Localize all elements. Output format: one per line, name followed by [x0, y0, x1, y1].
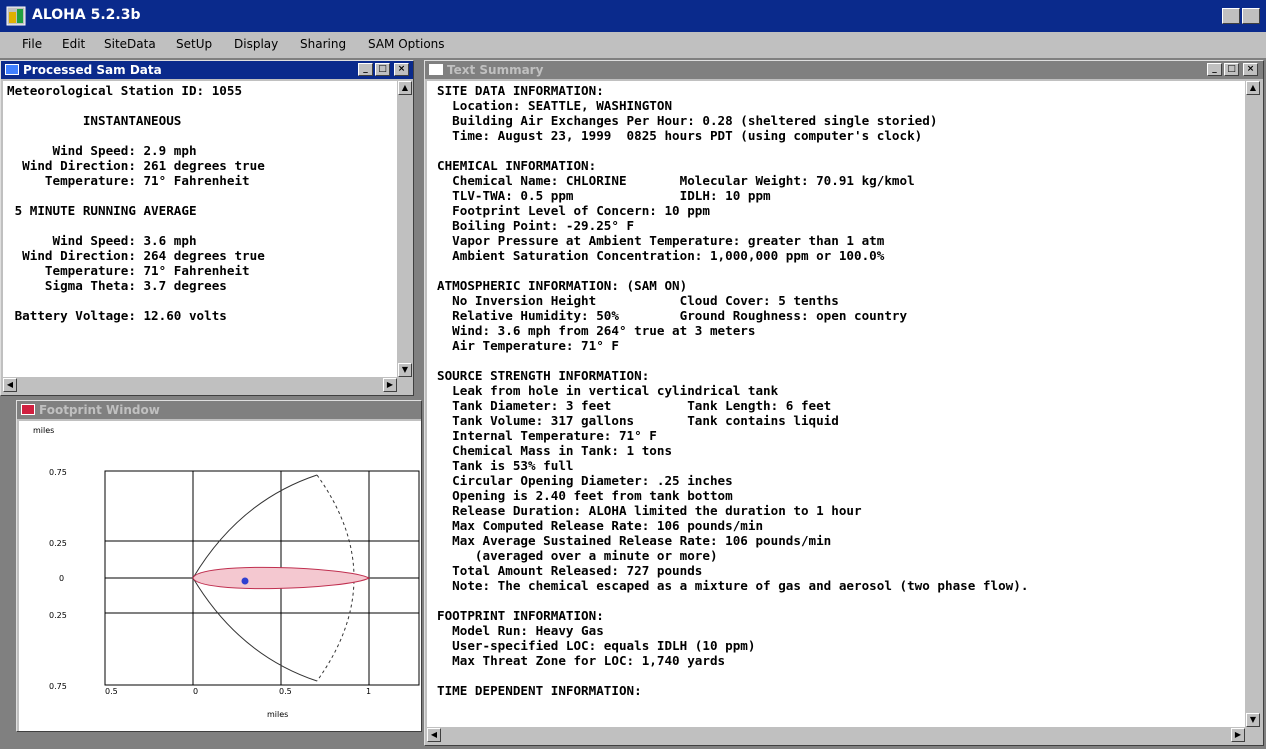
window-icon [5, 64, 19, 75]
y-tick-label: 0 [59, 574, 64, 583]
text-summary-content: SITE DATA INFORMATION: Location: SEATTLE… [427, 81, 1245, 727]
app-title: ALOHA 5.2.3b [32, 7, 141, 23]
menu-edit[interactable]: Edit [62, 37, 85, 51]
close-button[interactable]: × [1243, 63, 1258, 76]
x-tick-label: 0.5 [279, 687, 292, 696]
footprint-window: Footprint Window miles miles 0.75 0.25 0… [16, 400, 422, 732]
menu-bar: File Edit SiteData SetUp Display Sharing… [0, 32, 1266, 59]
sam-data-content: Meteorological Station ID: 1055 INSTANTA… [3, 81, 397, 377]
menu-sitedata[interactable]: SiteData [104, 37, 156, 51]
menu-sam-options[interactable]: SAM Options [368, 37, 445, 51]
menu-file[interactable]: File [22, 37, 42, 51]
menu-sharing[interactable]: Sharing [300, 37, 346, 51]
footprint-title: Footprint Window [39, 403, 160, 417]
y-tick-label: 0.75 [49, 468, 67, 477]
confidence-line-upper [192, 474, 318, 579]
app-maximize-button[interactable] [1242, 8, 1260, 24]
text-summary-window: Text Summary _ □ × SITE DATA INFORMATION… [424, 60, 1264, 746]
maximize-button[interactable]: □ [1224, 63, 1239, 76]
y-tick-label: 0.25 [49, 611, 67, 620]
summary-vertical-scrollbar[interactable]: ▲ ▼ [1245, 81, 1261, 727]
scroll-right-arrow-icon[interactable]: ▶ [383, 378, 397, 392]
summary-horizontal-scrollbar[interactable]: ◀ ▶ [427, 727, 1245, 743]
app-minimize-button[interactable] [1222, 8, 1240, 24]
y-tick-label: 0.75 [49, 682, 67, 691]
x-tick-label: 0 [193, 687, 198, 696]
window-icon [21, 404, 35, 415]
sam-horizontal-scrollbar[interactable]: ◀ ▶ [3, 377, 397, 393]
source-point-marker [241, 577, 249, 585]
sam-vertical-scrollbar[interactable]: ▲ ▼ [397, 81, 413, 377]
close-button[interactable]: × [394, 63, 409, 76]
maximize-button[interactable]: □ [375, 63, 390, 76]
footprint-plot: miles miles 0.75 0.25 0 0.25 0.75 0.5 0 … [33, 426, 420, 719]
minimize-button[interactable]: _ [1207, 63, 1222, 76]
sam-data-window: Processed Sam Data _ □ × Meteorological … [0, 60, 414, 396]
scroll-down-arrow-icon[interactable]: ▼ [398, 363, 412, 377]
text-summary-title: Text Summary [447, 63, 544, 77]
y-tick-label: 0.25 [49, 539, 67, 548]
sam-data-titlebar[interactable]: Processed Sam Data _ □ × [1, 61, 413, 79]
scroll-right-arrow-icon[interactable]: ▶ [1231, 728, 1245, 742]
text-summary-text: SITE DATA INFORMATION: Location: SEATTLE… [437, 83, 1029, 698]
minimize-button[interactable]: _ [358, 63, 373, 76]
scroll-down-arrow-icon[interactable]: ▼ [1246, 713, 1260, 727]
menu-setup[interactable]: SetUp [176, 37, 212, 51]
scroll-left-arrow-icon[interactable]: ◀ [3, 378, 17, 392]
footprint-plot-area: miles miles 0.75 0.25 0 0.25 0.75 0.5 0 … [19, 421, 421, 731]
scroll-up-arrow-icon[interactable]: ▲ [1246, 81, 1260, 95]
sam-data-text: Meteorological Station ID: 1055 INSTANTA… [7, 83, 265, 323]
footprint-titlebar[interactable]: Footprint Window [17, 401, 421, 419]
menu-display[interactable]: Display [234, 37, 278, 51]
scroll-left-arrow-icon[interactable]: ◀ [427, 728, 441, 742]
aloha-app-icon [6, 6, 26, 26]
threat-zone-footprint [192, 566, 371, 590]
app-title-bar: ALOHA 5.2.3b [0, 0, 1266, 32]
unit-top-label: miles [33, 426, 54, 435]
x-tick-label: 0.5 [105, 687, 118, 696]
sam-data-title: Processed Sam Data [23, 63, 162, 77]
x-tick-label: 1 [366, 687, 371, 696]
unit-bottom-label: miles [267, 710, 288, 719]
text-summary-titlebar[interactable]: Text Summary _ □ × [425, 61, 1263, 79]
confidence-line-lower [192, 577, 318, 682]
scroll-up-arrow-icon[interactable]: ▲ [398, 81, 412, 95]
window-icon [429, 64, 443, 75]
